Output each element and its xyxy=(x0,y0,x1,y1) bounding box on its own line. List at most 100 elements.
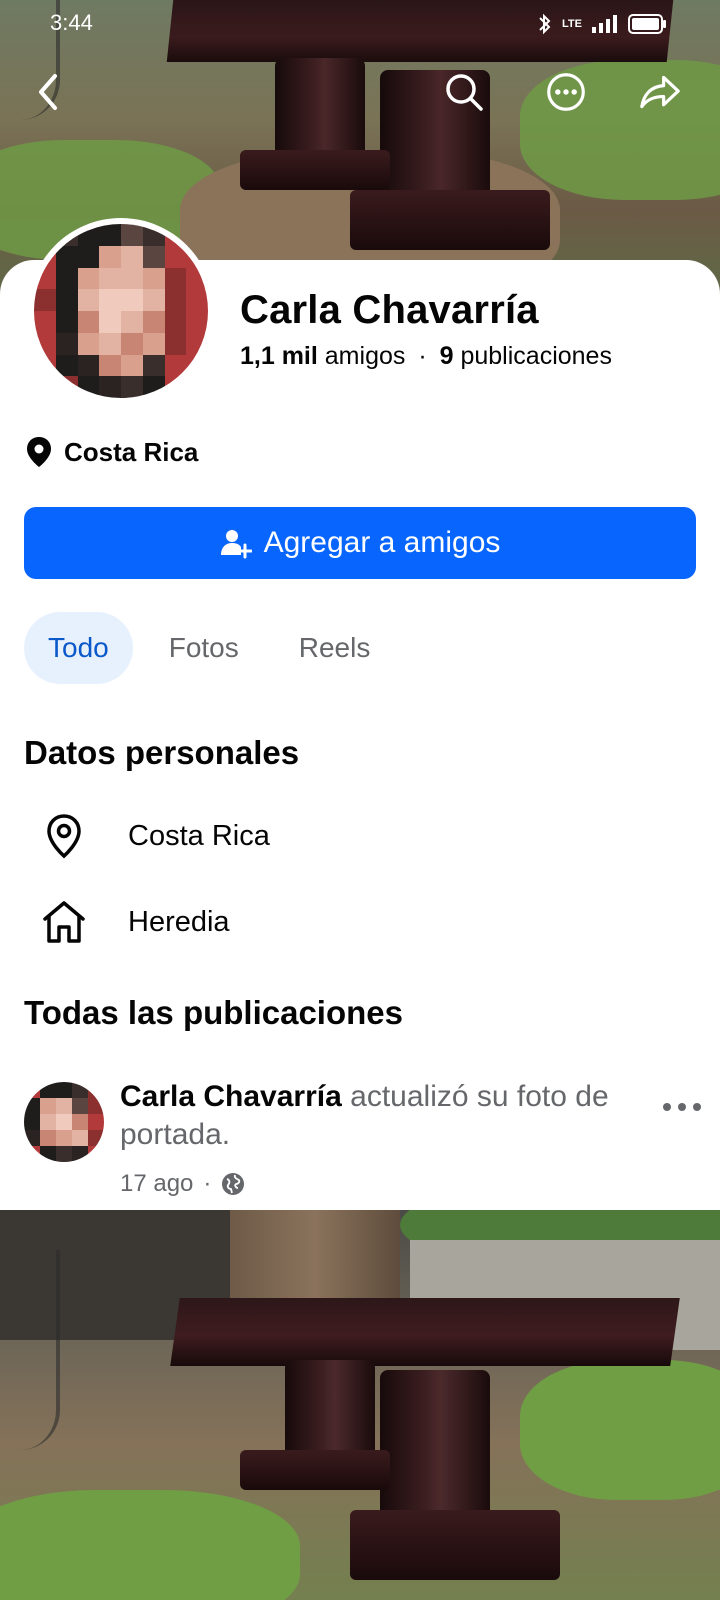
add-friend-button[interactable]: Agregar a amigos xyxy=(24,507,696,579)
avatar-pixel xyxy=(142,267,165,290)
avatar-pixel xyxy=(88,1082,104,1098)
avatar-pixel xyxy=(56,1114,72,1130)
avatar-pixel xyxy=(55,289,78,311)
friends-count[interactable]: 1,1 mil xyxy=(240,342,318,370)
avatar-pixel xyxy=(142,224,165,246)
avatar-pixel xyxy=(186,267,208,290)
status-icons: LTE xyxy=(536,12,668,36)
counts-separator: · xyxy=(418,342,427,370)
post-author-avatar[interactable] xyxy=(24,1082,104,1162)
avatar-pixel xyxy=(24,1114,40,1130)
avatar-pixel xyxy=(34,332,56,355)
battery-icon xyxy=(628,14,666,34)
avatar-pixel xyxy=(72,1146,88,1162)
location-pin-filled-icon xyxy=(27,437,51,467)
cover-table-base xyxy=(240,150,390,190)
avatar-pixel xyxy=(142,332,165,355)
avatar-pixel xyxy=(121,354,143,377)
tab-todo[interactable]: Todo xyxy=(24,612,133,684)
profile-counts: 1,1 mil amigos · 9 publicaciones xyxy=(240,342,612,371)
post-author-name[interactable]: Carla Chavarría xyxy=(120,1080,342,1113)
avatar-pixel xyxy=(164,245,187,268)
post-meta-separator: · xyxy=(203,1170,212,1197)
avatar-pixel xyxy=(88,1098,104,1114)
photo-grass xyxy=(0,1490,300,1600)
network-type: LTE xyxy=(562,18,582,30)
info-home-text: Heredia xyxy=(128,905,230,938)
avatar-pixel xyxy=(142,354,165,377)
share-arrow-icon xyxy=(640,75,680,109)
posts-label: publicaciones xyxy=(460,342,612,370)
avatar-pixel xyxy=(142,289,165,311)
post-time[interactable]: 17 ago xyxy=(120,1170,193,1198)
share-button[interactable] xyxy=(640,72,680,112)
avatar-pixel xyxy=(186,311,208,333)
avatar-pixel xyxy=(55,354,78,377)
post-meta: 17 ago · xyxy=(120,1170,245,1198)
personal-data-title: Datos personales xyxy=(24,734,300,771)
profile-tabs: Todo Fotos Reels xyxy=(24,612,394,684)
avatar-pixel xyxy=(40,1130,56,1146)
add-friend-icon xyxy=(220,530,252,559)
post-photo[interactable] xyxy=(0,1210,720,1600)
avatar-pixel xyxy=(99,289,121,311)
avatar-pixel xyxy=(56,1098,72,1114)
globe-icon xyxy=(222,1173,245,1195)
avatar-pixel xyxy=(88,1114,104,1130)
signal-icon xyxy=(592,15,617,33)
info-row-home: Heredia xyxy=(40,898,230,946)
post-header: Carla Chavarría actualizó su foto de por… xyxy=(24,1078,704,1198)
avatar-pixel xyxy=(77,245,100,268)
back-button[interactable] xyxy=(28,72,68,112)
status-bar: 3:44 LTE xyxy=(0,0,720,48)
avatar-pixel xyxy=(40,1098,56,1114)
avatar-pixel xyxy=(121,224,143,246)
friends-label[interactable]: amigos xyxy=(325,342,406,370)
avatar-pixel xyxy=(121,311,143,333)
avatar-pixel xyxy=(99,311,121,333)
add-friend-label: Agregar a amigos xyxy=(263,526,501,559)
avatar-pixel xyxy=(55,267,78,290)
tab-fotos[interactable]: Fotos xyxy=(145,612,263,684)
avatar-pixel xyxy=(40,1082,56,1098)
avatar-pixel xyxy=(121,332,143,355)
avatar-pixel xyxy=(72,1114,88,1130)
avatar-pixel xyxy=(142,376,165,398)
profile-name: Carla Chavarría xyxy=(240,288,539,332)
avatar-pixel xyxy=(99,245,121,268)
avatar-pixel xyxy=(24,1130,40,1146)
more-options-button[interactable] xyxy=(546,72,586,112)
avatar-pixel xyxy=(34,311,56,333)
avatar-pixel xyxy=(99,376,121,398)
profile-location: Costa Rica xyxy=(26,436,198,468)
photo-table-top xyxy=(170,1298,680,1366)
photo-bicycle xyxy=(0,1250,60,1450)
tab-reels[interactable]: Reels xyxy=(275,612,395,684)
posts-count: 9 xyxy=(439,342,454,370)
avatar-pixel xyxy=(77,354,100,377)
avatar-pixel xyxy=(56,1146,72,1162)
location-pin-icon xyxy=(40,812,88,860)
avatar-pixel xyxy=(99,332,121,355)
avatar-pixel xyxy=(99,267,121,290)
avatar-pixel xyxy=(77,224,100,246)
avatar-pixel xyxy=(88,1130,104,1146)
profile-avatar[interactable] xyxy=(28,218,214,404)
avatar-image xyxy=(34,224,208,398)
avatar-pixel xyxy=(40,1146,56,1162)
search-button[interactable] xyxy=(444,72,484,112)
avatar-pixel xyxy=(77,311,100,333)
post-more-button[interactable] xyxy=(660,1092,704,1122)
more-horizontal-icon xyxy=(547,73,585,111)
avatar-pixel xyxy=(186,289,208,311)
avatar-pixel xyxy=(55,332,78,355)
avatar-pixel xyxy=(164,311,187,333)
avatar-pixel xyxy=(77,332,100,355)
avatar-pixel xyxy=(55,245,78,268)
avatar-pixel xyxy=(77,267,100,290)
info-location-text: Costa Rica xyxy=(128,819,270,852)
avatar-pixel xyxy=(121,376,143,398)
avatar-pixel xyxy=(99,224,121,246)
avatar-pixel xyxy=(55,311,78,333)
avatar-pixel xyxy=(99,354,121,377)
